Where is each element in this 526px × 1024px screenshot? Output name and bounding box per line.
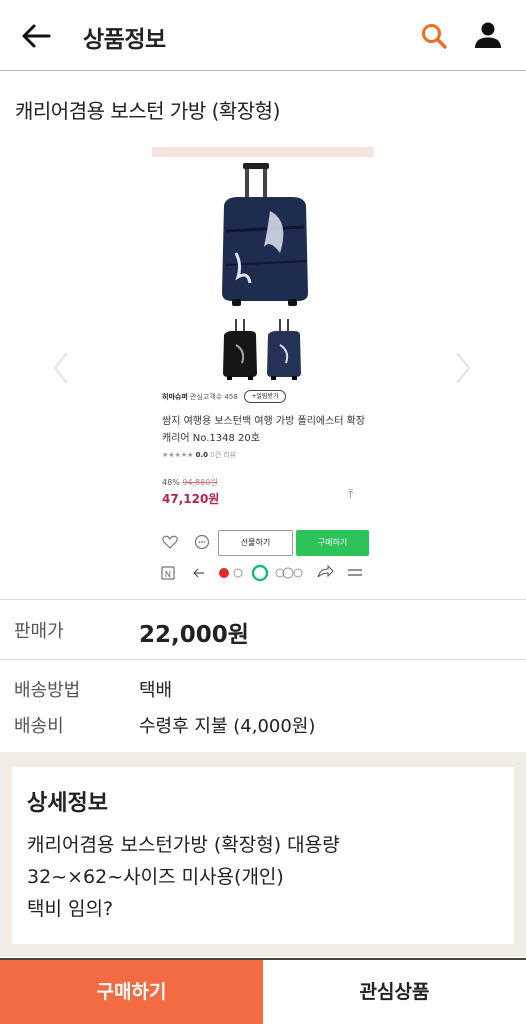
user-icon [475, 22, 501, 48]
image-chat-icon [194, 534, 210, 550]
image-stars: ★★★★★ [162, 451, 196, 459]
image-seller-meta: 관심고객수 458 [190, 393, 238, 401]
detail-line: 32~×62~사이즈 미사용(개인) [27, 866, 284, 888]
detail-title: 상세정보 [27, 791, 108, 816]
image-follow-badge: +알림받기 [244, 390, 286, 403]
shipping-method-value: 택배 [139, 680, 173, 701]
arrow-left-icon [22, 24, 51, 48]
image-rating: ★★★★★ 0.0 0건 리뷰 [162, 450, 236, 460]
divider [0, 659, 526, 660]
wishlist-button[interactable]: 관심상품 [263, 960, 526, 1024]
image-discount-rate: 48% [162, 478, 180, 487]
gallery-next-button[interactable] [448, 345, 478, 391]
bag-thumbnail-black [223, 319, 257, 380]
image-heart-icon [162, 535, 178, 549]
image-seller-name: 히마슈퍼 [162, 393, 188, 401]
product-image[interactable]: 히마슈퍼 관심고객수 458 +알림받기 쌈지 여행용 보스턴백 여행 가방 폴… [152, 147, 374, 587]
product-name: 캐리어겸용 보스턴 가방 (확장형) [15, 99, 280, 123]
detail-body: 캐리어겸용 보스턴가방 (확장형) 대용량 32~×62~사이즈 미사용(개인)… [27, 829, 497, 925]
bag-thumbnail-navy [267, 319, 301, 380]
back-button[interactable] [14, 16, 58, 56]
image-browser-navbar: N [161, 564, 362, 582]
search-button[interactable] [416, 18, 452, 54]
chevron-right-icon [456, 352, 471, 384]
image-rating-value: 0.0 [195, 451, 209, 459]
image-discount: 48% 94,880원 [162, 477, 218, 488]
product-gallery: 히마슈퍼 관심고객수 458 +알림받기 쌈지 여행용 보스턴백 여행 가방 폴… [0, 140, 526, 600]
search-icon [422, 24, 447, 49]
top-bar: 상품정보 [0, 0, 526, 71]
image-original-price: 94,880원 [182, 478, 218, 487]
price-label: 판매가 [14, 621, 64, 642]
user-button[interactable] [470, 17, 506, 53]
detail-section: 상세정보 캐리어겸용 보스턴가방 (확장형) 대용량 32~×62~사이즈 미사… [0, 752, 526, 957]
gallery-prev-button[interactable] [46, 345, 76, 391]
price-value: 22,000원 [139, 622, 249, 648]
detail-card: 상세정보 캐리어겸용 보스턴가방 (확장형) 대용량 32~×62~사이즈 미사… [12, 767, 514, 944]
image-seller-info: 히마슈퍼 관심고객수 458 [162, 392, 238, 402]
shipping-fee-label: 배송비 [14, 716, 64, 737]
image-product-description: 쌈지 여행용 보스턴백 여행 가방 폴리에스터 확장 캐리어 No.1348 2… [162, 416, 366, 444]
image-scroll-top-icon: ⤒ [348, 487, 354, 501]
image-price: 47,120원 [162, 492, 220, 506]
bag-main-image [222, 163, 308, 306]
detail-line: 캐리어겸용 보스턴가방 (확장형) 대용량 [27, 834, 340, 856]
image-gift-button: 선물하기 [218, 530, 293, 556]
svg-text:N: N [165, 570, 171, 579]
chevron-left-icon [53, 352, 68, 384]
image-buy-button: 구매하기 [296, 530, 369, 556]
page-title: 상품정보 [83, 27, 166, 53]
detail-line: 택비 임의? [27, 898, 114, 920]
image-top-strip [152, 147, 374, 157]
shipping-fee-value: 수령후 지불 (4,000원) [139, 716, 316, 737]
buy-button[interactable]: 구매하기 [0, 960, 263, 1024]
bottom-action-bar: 구매하기 관심상품 [0, 958, 526, 1024]
image-review-count: 0건 리뷰 [210, 451, 237, 459]
shipping-method-label: 배송방법 [14, 680, 81, 701]
